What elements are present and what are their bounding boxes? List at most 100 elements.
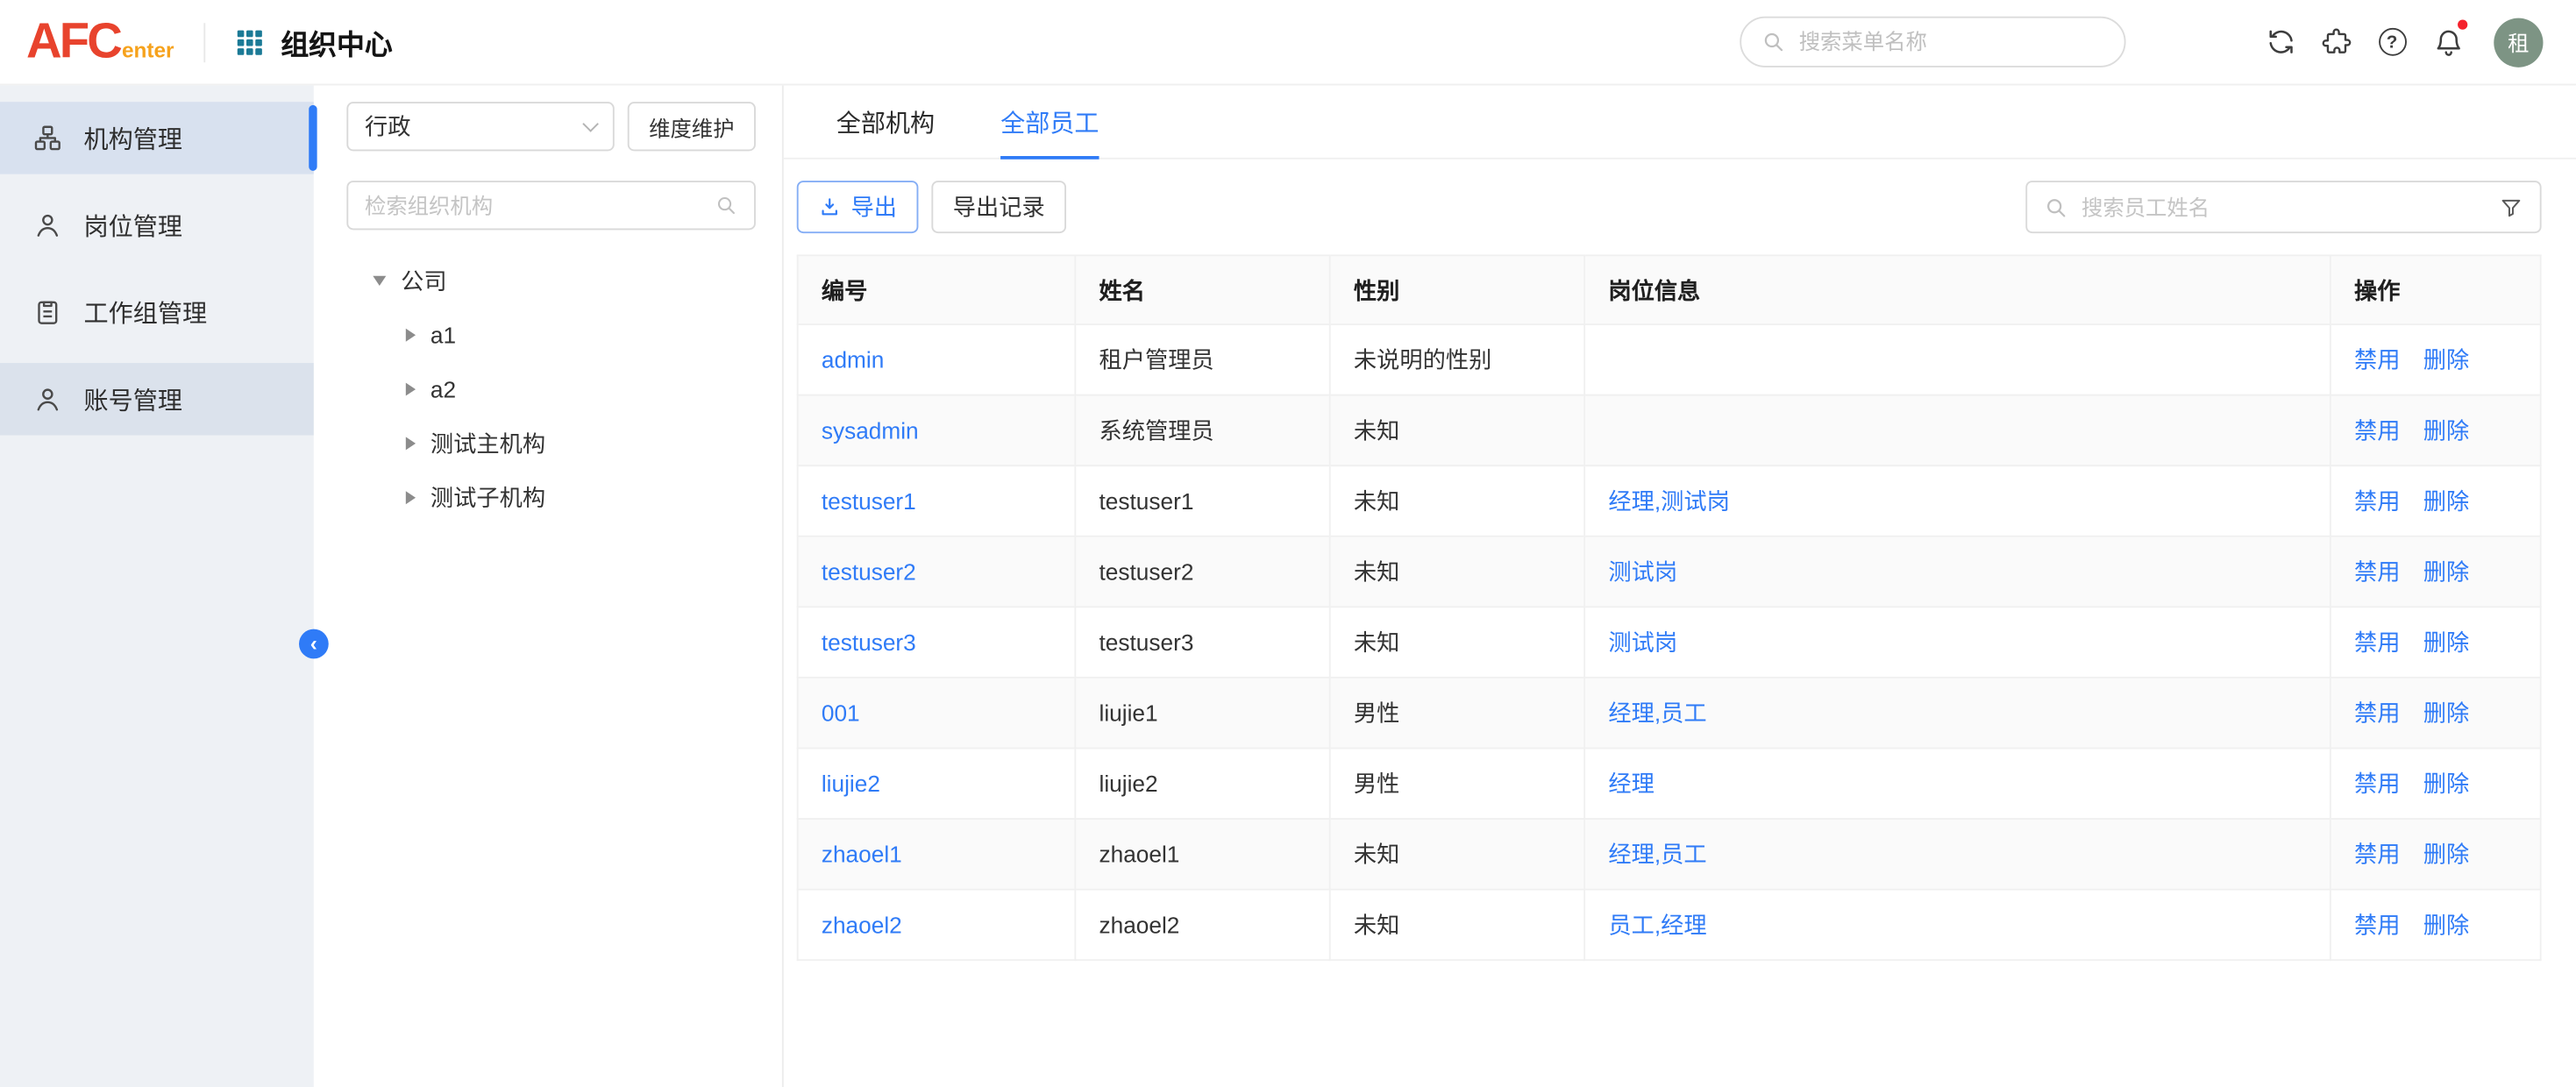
employee-positions-cell: 经理,员工 bbox=[1584, 819, 2330, 890]
account-icon bbox=[32, 384, 62, 414]
logo-text-main: AFC bbox=[26, 18, 120, 67]
tree-node[interactable]: 公司 bbox=[346, 253, 756, 308]
tree-node[interactable]: 测试主机构 bbox=[346, 416, 756, 470]
disable-link[interactable]: 禁用 bbox=[2354, 558, 2400, 585]
employee-id-link[interactable]: zhaoel1 bbox=[822, 841, 902, 867]
caret-right-icon[interactable] bbox=[406, 382, 416, 395]
delete-link[interactable]: 删除 bbox=[2423, 417, 2469, 444]
tab-all-organizations[interactable]: 全部机构 bbox=[836, 85, 935, 157]
search-icon bbox=[715, 194, 737, 217]
employee-id-link[interactable]: testuser1 bbox=[822, 487, 916, 514]
caret-right-icon[interactable] bbox=[406, 436, 416, 449]
disable-link[interactable]: 禁用 bbox=[2354, 912, 2400, 938]
disable-link[interactable]: 禁用 bbox=[2354, 771, 2400, 797]
delete-link[interactable]: 删除 bbox=[2423, 912, 2469, 938]
employee-search-input[interactable] bbox=[2081, 195, 2486, 219]
tab-all-employees[interactable]: 全部员工 bbox=[1000, 85, 1099, 157]
org-structure-icon bbox=[32, 124, 62, 153]
tabs-bar: 全部机构 全部员工 bbox=[784, 85, 2576, 159]
sidebar-item-workgroup-management[interactable]: 工作组管理 bbox=[0, 276, 314, 348]
table-row: zhaoel2zhaoel2未知员工,经理禁用删除 bbox=[798, 890, 2541, 961]
employee-id-link[interactable]: admin bbox=[822, 346, 884, 373]
employee-search[interactable] bbox=[2025, 181, 2541, 233]
employee-positions-link[interactable]: 经理,员工 bbox=[1608, 700, 1706, 726]
table-row: liujie2liujie2男性经理禁用删除 bbox=[798, 748, 2541, 819]
employee-positions-link[interactable]: 测试岗 bbox=[1608, 629, 1677, 656]
employee-id-link[interactable]: sysadmin bbox=[822, 417, 919, 444]
sidebar-item-label: 账号管理 bbox=[84, 382, 182, 416]
page-title: 组织中心 bbox=[281, 21, 392, 62]
disable-link[interactable]: 禁用 bbox=[2354, 700, 2400, 726]
employee-positions-link[interactable]: 测试岗 bbox=[1608, 558, 1677, 585]
menu-search-input[interactable] bbox=[1799, 30, 2105, 54]
employee-id-link[interactable]: testuser2 bbox=[822, 558, 916, 585]
employee-gender-cell: 未知 bbox=[1330, 465, 1584, 536]
tree-node[interactable]: a2 bbox=[346, 361, 756, 416]
table-row: zhaoel1zhaoel1未知经理,员工禁用删除 bbox=[798, 819, 2541, 890]
employee-gender-cell: 未知 bbox=[1330, 536, 1584, 607]
caret-right-icon[interactable] bbox=[406, 328, 416, 341]
org-search[interactable] bbox=[346, 181, 756, 230]
sidebar-item-position-management[interactable]: 岗位管理 bbox=[0, 188, 314, 260]
disable-link[interactable]: 禁用 bbox=[2354, 841, 2400, 867]
apps-grid-icon[interactable] bbox=[235, 27, 265, 57]
employee-id-cell: liujie2 bbox=[798, 748, 1076, 819]
delete-link[interactable]: 删除 bbox=[2423, 700, 2469, 726]
dimension-maintain-button[interactable]: 维度维护 bbox=[628, 102, 756, 151]
app-logo[interactable]: AFC enter bbox=[26, 18, 174, 67]
plugin-puzzle-icon[interactable] bbox=[2320, 25, 2352, 58]
table-row: testuser2testuser2未知测试岗禁用删除 bbox=[798, 536, 2541, 607]
notification-bell-icon[interactable] bbox=[2431, 25, 2464, 58]
export-history-button[interactable]: 导出记录 bbox=[931, 181, 1066, 233]
delete-link[interactable]: 删除 bbox=[2423, 841, 2469, 867]
employee-actions-cell: 禁用删除 bbox=[2330, 607, 2541, 678]
delete-link[interactable]: 删除 bbox=[2423, 771, 2469, 797]
export-button[interactable]: 导出 bbox=[797, 181, 919, 233]
sidebar-item-account-management[interactable]: 账号管理 bbox=[0, 363, 314, 435]
tree-node[interactable]: 测试子机构 bbox=[346, 470, 756, 524]
employee-positions-link[interactable]: 经理,测试岗 bbox=[1608, 487, 1729, 514]
help-icon[interactable] bbox=[2375, 25, 2408, 58]
employee-positions-cell: 测试岗 bbox=[1584, 536, 2330, 607]
employee-positions-link[interactable]: 员工,经理 bbox=[1608, 912, 1706, 938]
employee-name-cell: liujie1 bbox=[1075, 678, 1329, 749]
delete-link[interactable]: 删除 bbox=[2423, 629, 2469, 656]
disable-link[interactable]: 禁用 bbox=[2354, 487, 2400, 514]
caret-right-icon[interactable] bbox=[406, 490, 416, 503]
employee-positions-link[interactable]: 经理,员工 bbox=[1608, 841, 1706, 867]
employee-id-link[interactable]: liujie2 bbox=[822, 771, 880, 797]
disable-link[interactable]: 禁用 bbox=[2354, 346, 2400, 373]
filter-icon[interactable] bbox=[2499, 195, 2523, 219]
sidebar-item-label: 机构管理 bbox=[84, 121, 182, 155]
table-header-row: 编号 姓名 性别 岗位信息 操作 bbox=[798, 255, 2541, 324]
disable-link[interactable]: 禁用 bbox=[2354, 629, 2400, 656]
employee-actions-cell: 禁用删除 bbox=[2330, 395, 2541, 466]
dimension-select[interactable]: 行政 bbox=[346, 102, 614, 151]
employee-id-cell: testuser2 bbox=[798, 536, 1076, 607]
delete-link[interactable]: 删除 bbox=[2423, 487, 2469, 514]
employee-id-link[interactable]: testuser3 bbox=[822, 629, 916, 656]
menu-search[interactable] bbox=[1740, 17, 2125, 67]
sync-icon[interactable] bbox=[2264, 25, 2296, 58]
tree-node[interactable]: a1 bbox=[346, 307, 756, 361]
employee-id-link[interactable]: 001 bbox=[822, 700, 860, 726]
org-search-input[interactable] bbox=[365, 193, 705, 217]
employee-id-link[interactable]: zhaoel2 bbox=[822, 912, 902, 938]
collapse-panel-button[interactable] bbox=[299, 629, 329, 659]
caret-down-icon[interactable] bbox=[373, 275, 386, 285]
tree-node-label: 测试子机构 bbox=[431, 480, 545, 513]
disable-link[interactable]: 禁用 bbox=[2354, 417, 2400, 444]
logo-text-sub: enter bbox=[122, 37, 174, 61]
delete-link[interactable]: 删除 bbox=[2423, 346, 2469, 373]
sidebar-item-org-management[interactable]: 机构管理 bbox=[0, 102, 314, 174]
delete-link[interactable]: 删除 bbox=[2423, 558, 2469, 585]
column-header-actions: 操作 bbox=[2330, 255, 2541, 324]
column-header-positions: 岗位信息 bbox=[1584, 255, 2330, 324]
user-avatar[interactable]: 租 bbox=[2494, 18, 2543, 67]
employee-actions-cell: 禁用删除 bbox=[2330, 678, 2541, 749]
employee-gender-cell: 未说明的性别 bbox=[1330, 324, 1584, 395]
search-icon bbox=[1761, 30, 1786, 54]
employee-id-cell: sysadmin bbox=[798, 395, 1076, 466]
employee-positions-link[interactable]: 经理 bbox=[1608, 771, 1654, 797]
table-toolbar: 导出 导出记录 bbox=[797, 181, 2542, 233]
